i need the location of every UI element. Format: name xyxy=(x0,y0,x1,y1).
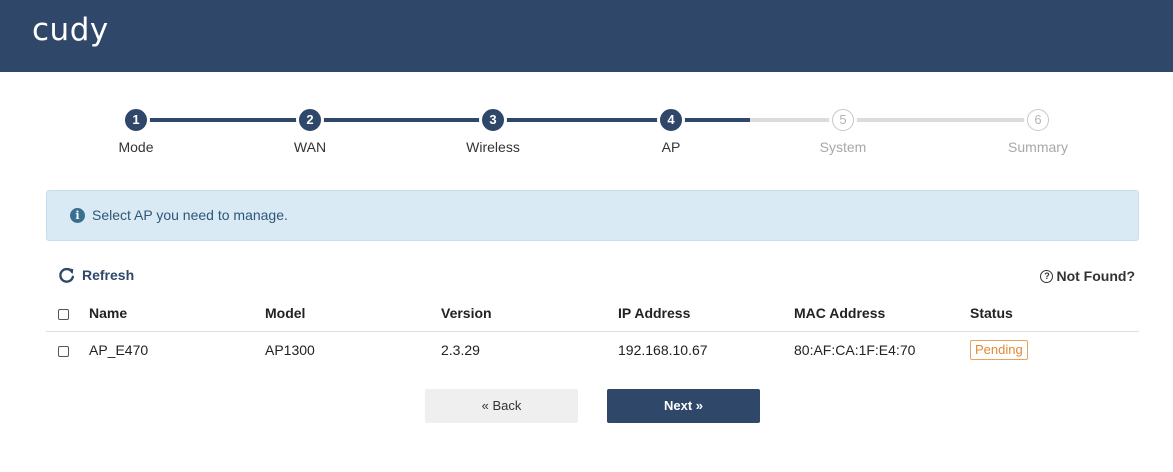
next-button[interactable]: Next » xyxy=(607,389,760,423)
ap-table: Name Model Version IP Address MAC Addres… xyxy=(46,295,1139,369)
alert-message: Select AP you need to manage. xyxy=(92,207,288,223)
info-icon: i xyxy=(70,208,85,223)
wizard-step-wan: 2 WAN xyxy=(250,100,370,155)
column-header-version: Version xyxy=(441,295,618,332)
select-all-checkbox[interactable] xyxy=(58,308,69,320)
cudy-logo: cudy xyxy=(32,12,109,48)
ap-status-cell: Pending xyxy=(970,331,1139,369)
not-found-label: Not Found? xyxy=(1056,268,1135,284)
step-label: Wireless xyxy=(466,139,520,155)
refresh-icon xyxy=(59,267,75,283)
step-number: 2 xyxy=(299,109,321,131)
step-number: 4 xyxy=(660,109,682,131)
app-header: cudy xyxy=(0,0,1173,72)
column-header-status: Status xyxy=(970,295,1139,332)
step-label: Mode xyxy=(118,139,154,155)
wizard-step-wireless: 3 Wireless xyxy=(433,100,553,155)
step-number: 1 xyxy=(125,109,147,131)
step-label: System xyxy=(819,139,867,155)
column-header-model: Model xyxy=(265,295,441,332)
step-number: 3 xyxy=(482,109,504,131)
not-found-link[interactable]: ? Not Found? xyxy=(1040,268,1135,284)
ap-version: 2.3.29 xyxy=(441,342,480,359)
column-header-ip-address: IP Address xyxy=(618,295,794,332)
step-label: AP xyxy=(661,139,681,155)
ap-model: AP1300 xyxy=(265,342,315,359)
ap-ip-address: 192.168.10.67 xyxy=(618,342,708,359)
wizard-step-system: 5 System xyxy=(783,100,903,155)
refresh-button[interactable]: Refresh xyxy=(58,265,134,285)
column-header-name: Name xyxy=(89,295,265,332)
ap-name: AP_E470 xyxy=(89,342,149,359)
step-number: 5 xyxy=(832,109,854,131)
wizard-step-ap: 4 AP xyxy=(611,100,731,155)
row-checkbox[interactable] xyxy=(58,346,69,358)
step-label: Summary xyxy=(1008,139,1068,155)
table-row[interactable]: AP_E470 AP1300 2.3.29 192.168.10.67 80:A… xyxy=(46,331,1139,369)
refresh-label: Refresh xyxy=(82,267,135,283)
ap-mac-address: 80:AF:CA:1F:E4:70 xyxy=(794,342,916,359)
table-header-row: Name Model Version IP Address MAC Addres… xyxy=(46,295,1139,332)
step-number: 6 xyxy=(1027,109,1049,131)
select-all-cell xyxy=(46,295,89,332)
column-header-mac-address: MAC Address xyxy=(794,295,970,332)
step-label: WAN xyxy=(293,139,327,155)
wizard-step-summary: 6 Summary xyxy=(978,100,1098,155)
status-badge: Pending xyxy=(970,340,1028,361)
back-button[interactable]: « Back xyxy=(425,389,578,423)
info-alert: i Select AP you need to manage. xyxy=(46,190,1139,241)
setup-wizard-stepper: 1 Mode 2 WAN 3 Wireless 4 AP 5 System 6 … xyxy=(0,100,1173,170)
row-select-cell xyxy=(46,331,89,369)
question-circle-icon: ? xyxy=(1040,269,1054,283)
wizard-step-mode: 1 Mode xyxy=(76,100,196,155)
